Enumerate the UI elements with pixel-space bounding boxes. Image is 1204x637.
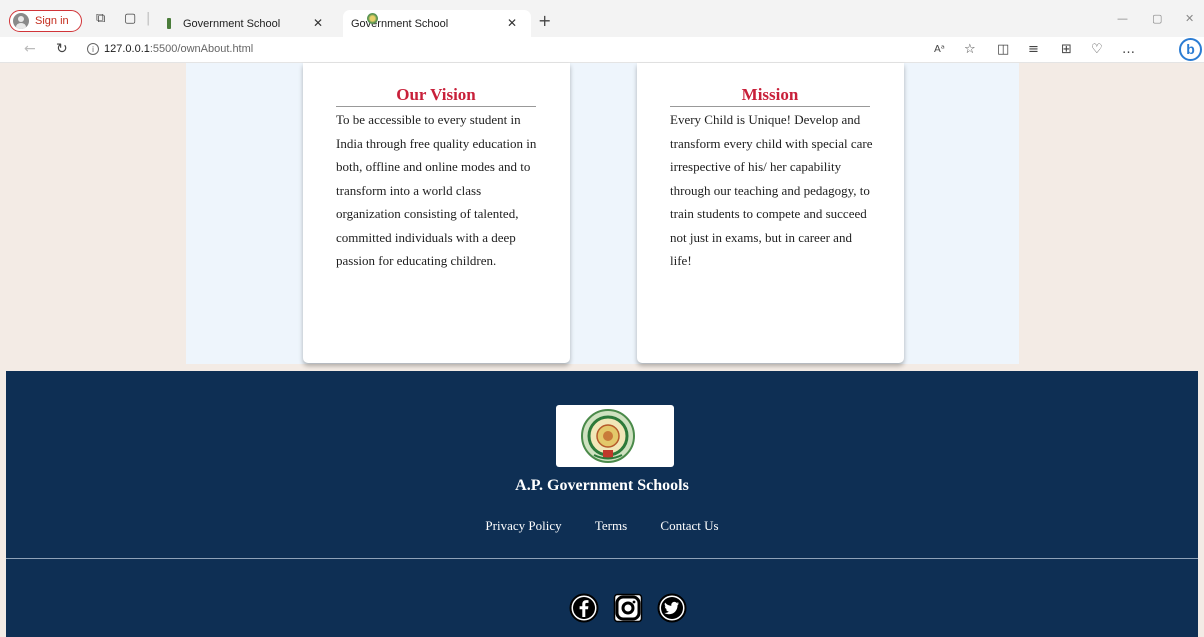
seal-favicon-icon: [367, 13, 378, 24]
tab-active[interactable]: Government School ✕: [343, 10, 531, 37]
footer-divider: [6, 558, 1198, 559]
footer-title: A.P. Government Schools: [515, 477, 689, 494]
tab-actions-icon[interactable]: ▢: [124, 11, 136, 26]
address-bar: ← ↻ i 127.0.0.1:5500/ownAbout.html Aᵃ ☆ …: [0, 37, 1204, 63]
url-path: :5500/ownAbout.html: [149, 43, 254, 55]
site-info-icon[interactable]: i: [87, 43, 99, 55]
url-field[interactable]: 127.0.0.1:5500/ownAbout.html: [104, 43, 253, 55]
vision-text: To be accessible to every student in Ind…: [336, 112, 537, 268]
site-footer: A.P. Government Schools Privacy Policy T…: [6, 371, 1198, 637]
favorites-list-icon[interactable]: ≡: [1028, 42, 1039, 57]
mission-text: Every Child is Unique! Develop and trans…: [670, 112, 873, 268]
tab-inactive[interactable]: Government School ✕: [157, 10, 337, 37]
vision-title: Our Vision: [336, 85, 536, 107]
tab-separator: |: [146, 11, 151, 26]
refresh-icon[interactable]: ↻: [56, 41, 68, 57]
minimize-icon[interactable]: —: [1117, 12, 1128, 25]
favorite-star-icon[interactable]: ☆: [964, 42, 976, 57]
collections-icon[interactable]: ⊞: [1061, 42, 1072, 57]
read-aloud-icon[interactable]: Aᵃ: [934, 44, 945, 55]
footer-links: Privacy Policy Terms Contact Us: [6, 518, 1198, 534]
terms-link[interactable]: Terms: [595, 518, 627, 533]
sign-in-label: Sign in: [35, 15, 69, 27]
workspaces-icon[interactable]: ⧉: [96, 11, 105, 26]
footer-logo: [556, 405, 674, 467]
restore-icon[interactable]: ▢: [1152, 12, 1162, 25]
instagram-icon[interactable]: [613, 593, 643, 623]
footer-right-gap: [1198, 371, 1204, 637]
more-options-icon[interactable]: …: [1122, 42, 1135, 57]
privacy-policy-link[interactable]: Privacy Policy: [485, 518, 561, 533]
close-tab-icon[interactable]: ✕: [313, 16, 323, 30]
browser-essentials-icon[interactable]: ♡: [1091, 42, 1103, 57]
contact-us-link[interactable]: Contact Us: [660, 518, 718, 533]
social-links: [569, 593, 687, 623]
close-window-icon[interactable]: ✕: [1185, 12, 1194, 25]
copilot-icon[interactable]: b: [1179, 38, 1202, 61]
page-favicon-icon: [167, 18, 171, 29]
twitter-icon[interactable]: [657, 593, 687, 623]
new-tab-icon[interactable]: +: [538, 11, 551, 30]
sign-in-button[interactable]: Sign in: [9, 10, 82, 32]
facebook-icon[interactable]: [569, 593, 599, 623]
tab-title: Government School: [351, 17, 449, 30]
close-tab-icon[interactable]: ✕: [507, 16, 517, 30]
browser-tab-bar: Sign in ⧉ ▢ | Government School ✕ Govern…: [0, 0, 1204, 37]
back-icon[interactable]: ←: [24, 41, 36, 57]
government-seal-icon: [581, 409, 635, 463]
split-screen-icon[interactable]: ◫: [997, 42, 1009, 57]
url-host: 127.0.0.1: [104, 43, 150, 55]
page-content: Our Vision To be accessible to every stu…: [0, 63, 1204, 637]
mission-title: Mission: [670, 85, 870, 107]
tab-title: Government School: [183, 17, 281, 30]
profile-icon: [13, 13, 29, 29]
vision-card: Our Vision To be accessible to every stu…: [303, 63, 570, 363]
mission-card: Mission Every Child is Unique! Develop a…: [637, 63, 904, 363]
